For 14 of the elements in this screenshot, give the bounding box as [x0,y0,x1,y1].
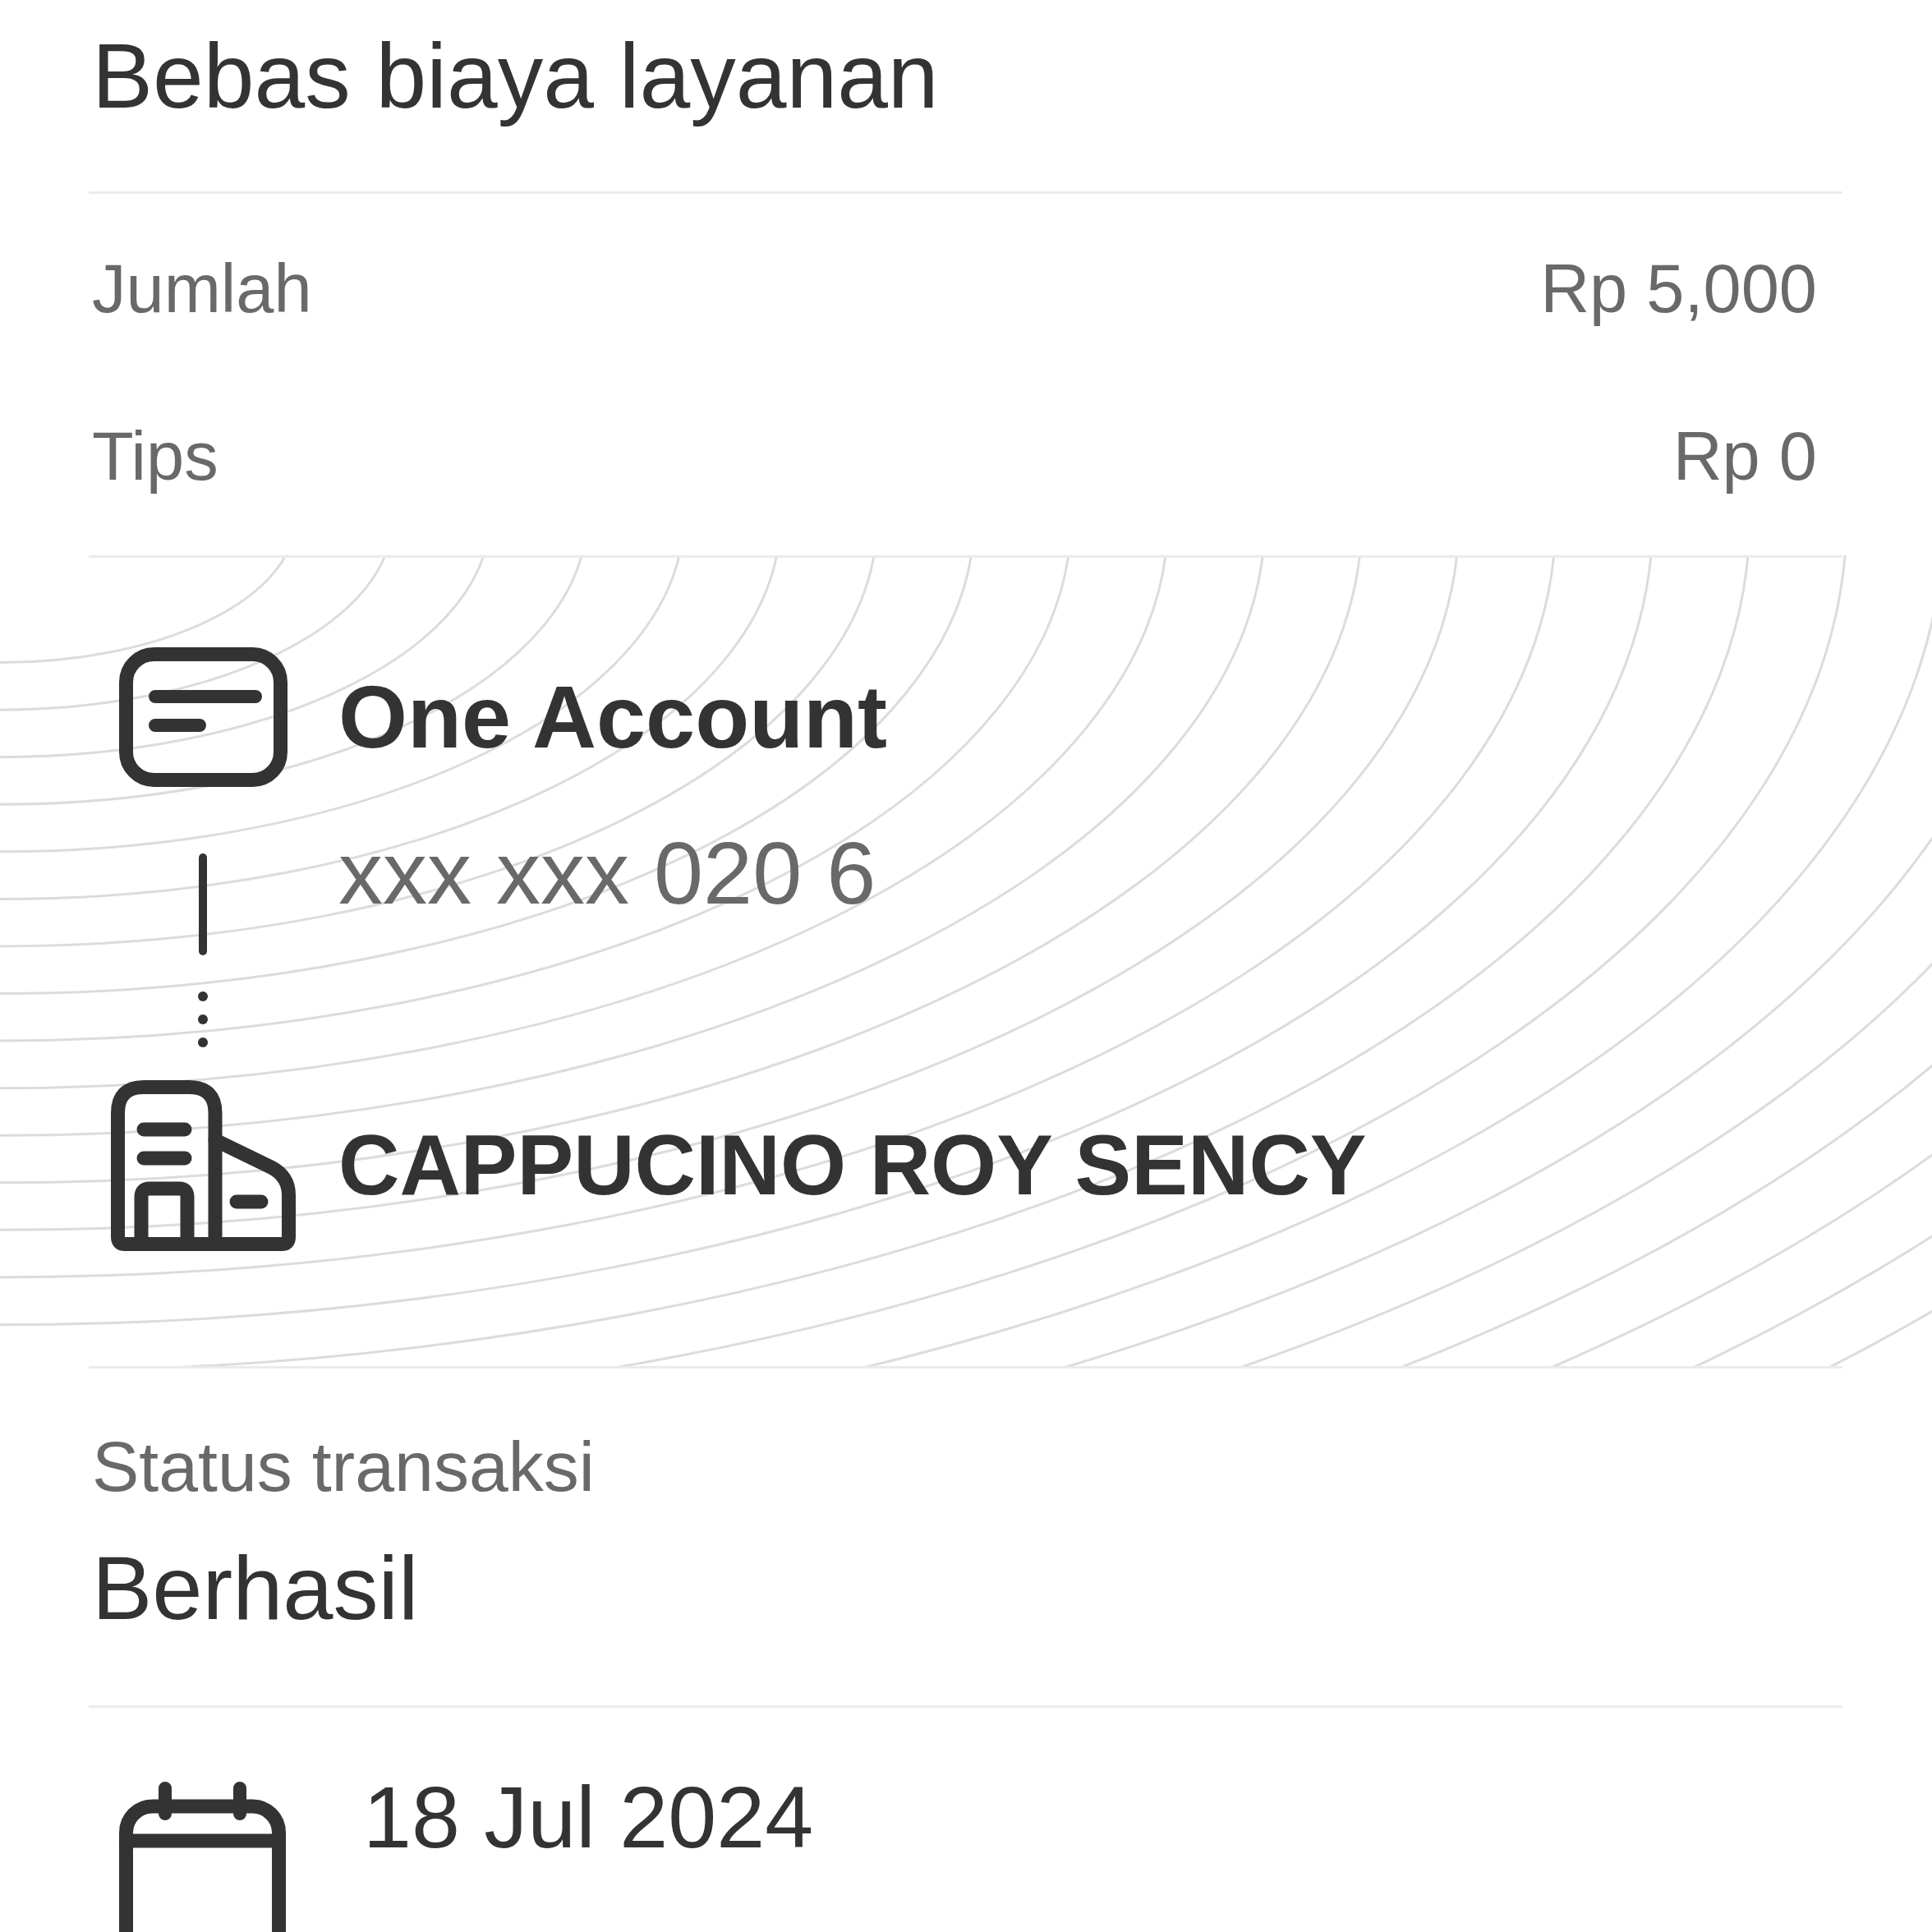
amount-label: Jumlah [92,250,312,329]
card-icon [118,647,288,787]
recipient-name: CAPPUCINO ROY SENCY [338,1117,1367,1215]
status-label: Status transaksi [92,1426,595,1507]
calendar-icon [119,1781,286,1932]
amount-value: Rp 5,000 [1540,250,1817,329]
fee-note: Bebas biaya layanan [92,25,939,129]
account-number: xxx xxx 020 6 [338,822,876,924]
building-icon [110,1080,296,1251]
status-value: Berhasil [92,1536,419,1640]
account-name: One Account [338,666,888,769]
amount-label: Tips [92,417,218,497]
date-text: 18 Jul 2024 [363,1768,814,1868]
amount-value: Rp 0 [1672,417,1817,497]
